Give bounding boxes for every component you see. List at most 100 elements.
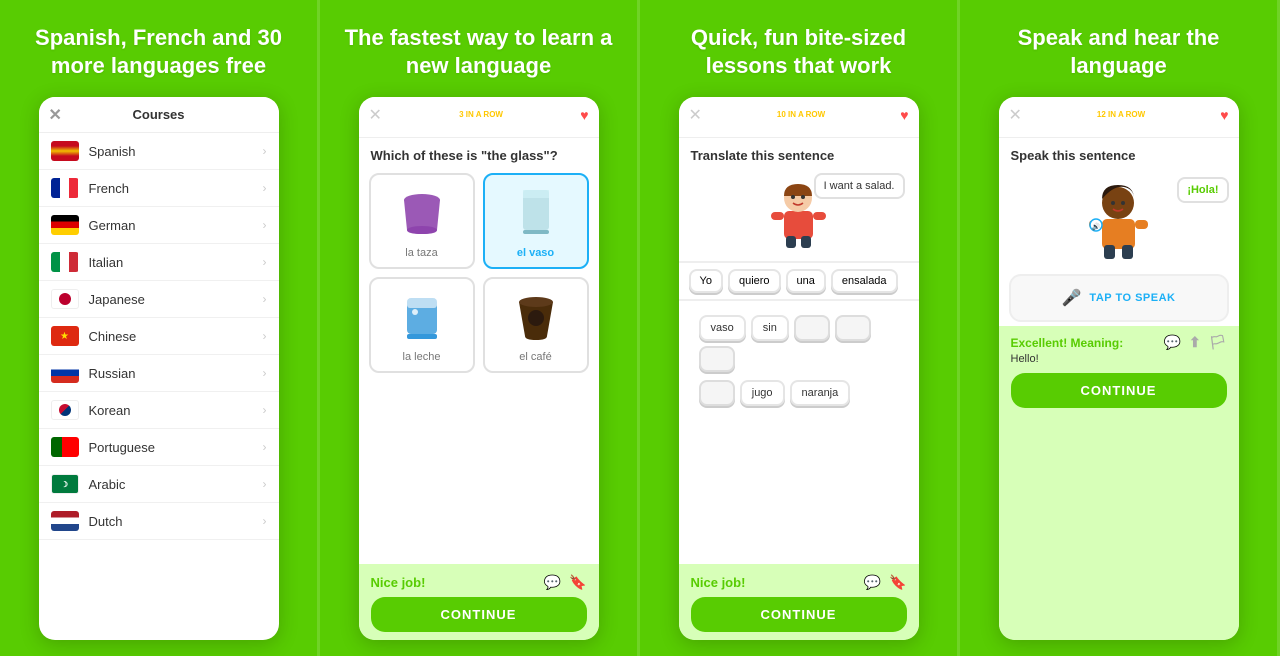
course-name: Arabic <box>89 477 263 492</box>
quiz-option-4[interactable]: el café <box>483 277 589 373</box>
heart-icon: ♥ <box>580 107 588 123</box>
translate-header: ✕ 10 IN A ROW ♥ <box>679 97 919 138</box>
streak-label: 3 IN A ROW <box>388 110 574 119</box>
excellent-label: Excellent! Meaning: <box>1011 336 1124 350</box>
course-name: Japanese <box>89 292 263 307</box>
continue-button[interactable]: CONTINUE <box>371 597 587 632</box>
panel-2-title: The fastest way to learn a new language <box>336 24 621 79</box>
course-name: Russian <box>89 366 263 381</box>
heart-icon-4: ♥ <box>1220 107 1228 123</box>
list-item[interactable]: Italian › <box>39 244 279 281</box>
heart-icon-3: ♥ <box>900 107 908 123</box>
quiz-option-2[interactable]: el vaso <box>483 173 589 269</box>
speak-question: Speak this sentence <box>999 138 1239 169</box>
footer-icons-3: 💬 🔖 <box>864 574 907 591</box>
speak-character-area: 🔊 ¡Hola! <box>999 169 1239 270</box>
translate-footer: Nice job! 💬 🔖 CONTINUE <box>679 564 919 640</box>
word-chips-row-1: vaso sin __ __ __ <box>689 311 909 376</box>
list-item[interactable]: German › <box>39 207 279 244</box>
speech-bubble: I want a salad. <box>814 173 905 199</box>
answer-chip[interactable]: una <box>786 269 826 293</box>
panel-1: Spanish, French and 30 more languages fr… <box>0 0 320 656</box>
flag-nl <box>51 511 79 531</box>
chevron-icon: › <box>263 440 267 454</box>
answer-chip[interactable]: quiero <box>728 269 781 293</box>
chevron-icon: › <box>263 292 267 306</box>
footer-icons-4: 💬 ⬆ 🏳 <box>1164 334 1227 351</box>
word-chip[interactable]: jugo <box>740 380 785 406</box>
list-item[interactable]: Dutch › <box>39 503 279 540</box>
flag-icon[interactable]: 🏳 <box>1209 334 1227 351</box>
close-icon[interactable]: ✕ <box>49 105 62 125</box>
answer-chip[interactable]: ensalada <box>831 269 898 293</box>
course-name: German <box>89 218 263 233</box>
comment-icon[interactable]: 💬 <box>544 574 561 591</box>
speak-meaning: Hello! <box>1011 353 1227 365</box>
chevron-icon: › <box>263 366 267 380</box>
panel-4-title: Speak and hear the language <box>976 24 1261 79</box>
continue-button-4[interactable]: CONTINUE <box>1011 373 1227 408</box>
character-svg: 🔊 <box>1086 177 1151 262</box>
panel-2: The fastest way to learn a new language … <box>320 0 640 656</box>
option-label-3: la leche <box>403 351 441 363</box>
courses-title: Courses <box>132 107 184 122</box>
list-item[interactable]: French › <box>39 170 279 207</box>
list-item[interactable]: Portuguese › <box>39 429 279 466</box>
tap-to-speak-label: TAP TO SPEAK <box>1089 292 1175 304</box>
flag-pt <box>51 437 79 457</box>
quiz-option-3[interactable]: la leche <box>369 277 475 373</box>
quiz-options: la taza el vaso <box>359 173 599 373</box>
phone-2: ✕ 3 IN A ROW ♥ Which of these is "the gl… <box>359 97 599 640</box>
course-list: Spanish › French › German › <box>39 133 279 640</box>
chevron-icon: › <box>263 329 267 343</box>
flag-zh: ★ <box>51 326 79 346</box>
flag-ko <box>51 400 79 420</box>
share-icon[interactable]: 🔖 <box>889 574 906 591</box>
course-name: French <box>89 181 263 196</box>
close-icon[interactable]: ✕ <box>1009 105 1022 125</box>
mic-area[interactable]: 🎤 TAP TO SPEAK <box>1009 274 1229 322</box>
word-bank: vaso sin __ __ __ __ jugo naranja <box>679 305 919 416</box>
word-chip[interactable]: naranja <box>790 380 851 406</box>
chevron-icon: › <box>263 144 267 158</box>
close-icon[interactable]: ✕ <box>689 105 702 125</box>
word-chip-blank: __ <box>835 315 871 341</box>
option-label-1: la taza <box>405 247 437 259</box>
flag-de <box>51 215 79 235</box>
comment-icon[interactable]: 💬 <box>864 574 881 591</box>
word-chip[interactable]: vaso <box>699 315 746 341</box>
speak-result: Excellent! Meaning: 💬 ⬆ 🏳 Hello! CONTINU… <box>999 326 1239 640</box>
chevron-icon: › <box>263 218 267 232</box>
quiz-question: Which of these is "the glass"? <box>359 138 599 173</box>
answer-chip[interactable]: Yo <box>689 269 723 293</box>
share-icon[interactable]: 🔖 <box>569 574 586 591</box>
list-item[interactable]: Spanish › <box>39 133 279 170</box>
progress-row: ✕ 3 IN A ROW ♥ <box>369 105 589 125</box>
word-chip[interactable]: sin <box>751 315 789 341</box>
progress-row-3: ✕ 10 IN A ROW ♥ <box>689 105 909 125</box>
progress-row-4: ✕ 12 IN A ROW ♥ <box>1009 105 1229 125</box>
character-area: I want a salad. <box>679 169 919 261</box>
svg-text:🔊: 🔊 <box>1092 222 1101 231</box>
excellent-row: Excellent! Meaning: 💬 ⬆ 🏳 <box>1011 334 1227 351</box>
list-item[interactable]: Japanese › <box>39 281 279 318</box>
close-icon[interactable]: ✕ <box>369 105 382 125</box>
quiz-footer: Nice job! 💬 🔖 CONTINUE <box>359 564 599 640</box>
list-item[interactable]: ‎☽ Arabic › <box>39 466 279 503</box>
option-image-4 <box>501 287 571 347</box>
share-icon[interactable]: ⬆ <box>1189 334 1201 351</box>
quiz-option-1[interactable]: la taza <box>369 173 475 269</box>
option-image-1 <box>387 183 457 243</box>
list-item[interactable]: Russian › <box>39 355 279 392</box>
course-name: Korean <box>89 403 263 418</box>
course-name: Italian <box>89 255 263 270</box>
panel-4: Speak and hear the language ✕ 12 IN A RO… <box>960 0 1280 656</box>
comment-icon[interactable]: 💬 <box>1164 334 1181 351</box>
hola-bubble: ¡Hola! <box>1177 177 1228 203</box>
continue-button-3[interactable]: CONTINUE <box>691 597 907 632</box>
option-label-4: el café <box>519 351 551 363</box>
panel-3: Quick, fun bite-sized lessons that work … <box>640 0 960 656</box>
nice-job-row-3: Nice job! 💬 🔖 <box>691 574 907 591</box>
list-item[interactable]: Korean › <box>39 392 279 429</box>
list-item[interactable]: ★ Chinese › <box>39 318 279 355</box>
